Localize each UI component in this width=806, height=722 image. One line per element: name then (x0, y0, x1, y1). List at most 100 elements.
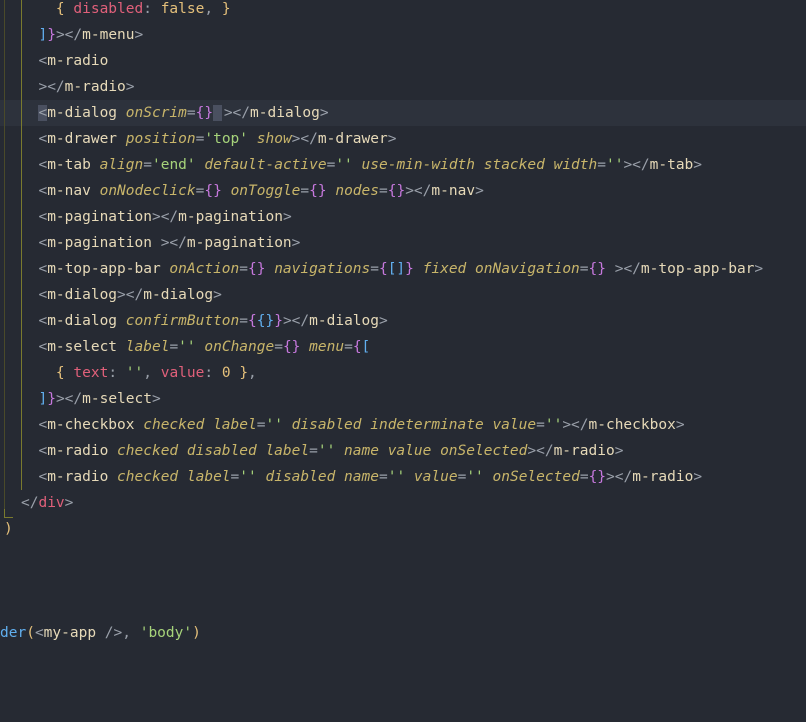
code-token: '' (265, 417, 283, 433)
code-token: } (239, 365, 249, 381)
code-token: 'body' (139, 625, 193, 641)
code-line[interactable]: </div> (0, 490, 806, 516)
code-token: {} (195, 105, 214, 121)
code-token: m-tab (649, 157, 694, 173)
code-line[interactable]: <m-radio (0, 48, 806, 74)
code-line[interactable]: <m-pagination></m-pagination> (0, 204, 806, 230)
code-token: m-pagination (47, 209, 152, 225)
code-token: < (38, 443, 48, 459)
code-editor[interactable]: { disabled: false, } ]}></m-menu> <m-rad… (0, 0, 806, 722)
code-token: '' (178, 339, 196, 355)
code-token: : (108, 365, 126, 381)
code-token: = (186, 105, 196, 121)
code-token: onAction (169, 261, 240, 277)
code-text: <m-radio checked disabled label='' name … (21, 443, 623, 459)
code-line[interactable]: ></m-radio> (0, 74, 806, 100)
code-line[interactable]: <m-dialog confirmButton={{}}></m-dialog> (0, 308, 806, 334)
code-line[interactable]: ]}></m-menu> (0, 22, 806, 48)
code-line[interactable] (0, 542, 806, 568)
code-line[interactable]: ]}></m-select> (0, 386, 806, 412)
code-line[interactable]: { text: '', value: 0 }, (0, 360, 806, 386)
code-token: < (38, 287, 48, 303)
code-text: <m-nav onNodeclick={} onToggle={} nodes=… (21, 183, 483, 199)
code-token (213, 105, 222, 121)
code-token: = (457, 469, 467, 485)
code-line[interactable] (0, 594, 806, 620)
code-token: ( (26, 625, 35, 641)
code-token: m-drawer (47, 131, 126, 147)
code-token: ></ (405, 183, 432, 199)
code-token: < (38, 417, 48, 433)
code-token: position (125, 131, 196, 147)
code-token: '' (335, 157, 353, 173)
code-token: 0 (221, 365, 231, 381)
code-token: = (143, 157, 152, 173)
code-text: ) (4, 521, 13, 537)
code-token: /> (104, 625, 123, 641)
code-token: ></ (223, 105, 251, 121)
code-token: m-dialog (47, 105, 126, 121)
code-token: fixed onNavigation (422, 261, 580, 277)
code-token: {} (248, 261, 266, 277)
code-token: {} (588, 261, 606, 277)
code-line[interactable]: <m-dialog></m-dialog> (0, 282, 806, 308)
code-token: nodes (335, 183, 379, 199)
code-token: = (230, 469, 240, 485)
code-line[interactable]: <m-radio checked label='' disabled name=… (0, 464, 806, 490)
code-token: onNodeclick (99, 183, 196, 199)
code-token: m-dialog (47, 313, 126, 329)
code-token: = (309, 443, 318, 459)
code-token: </ (21, 495, 39, 511)
code-token: = (370, 261, 379, 277)
code-token: menu (309, 339, 345, 355)
code-line[interactable] (0, 568, 806, 594)
code-line[interactable]: <m-top-app-bar onAction={} navigations={… (0, 256, 806, 282)
code-token: m-dialog (250, 105, 320, 121)
code-token: onChange (204, 339, 275, 355)
code-line[interactable]: <m-drawer position='top' show></m-drawer… (0, 126, 806, 152)
code-token: m-select (47, 339, 126, 355)
code-token: ></ (151, 209, 179, 225)
code-token: < (38, 157, 48, 173)
code-line[interactable]: <m-radio checked disabled label='' name … (0, 438, 806, 464)
code-line[interactable]: <m-pagination ></m-pagination> (0, 230, 806, 256)
code-token: [] (387, 261, 406, 277)
code-line[interactable]: { disabled: false, } (0, 0, 806, 22)
code-line[interactable]: <m-dialog onScrim={} ></m-dialog> (0, 100, 806, 126)
code-line[interactable]: <m-select label='' onChange={} menu={[ (0, 334, 806, 360)
code-token: : (143, 1, 161, 17)
code-text: ]}></m-select> (21, 391, 160, 407)
code-token: = (378, 469, 388, 485)
code-token: {} (256, 313, 275, 329)
code-token: { (248, 313, 257, 329)
code-token: m-checkbox (47, 417, 144, 433)
code-token: m-radio (632, 469, 694, 485)
code-line[interactable]: <m-nav onNodeclick={} onToggle={} nodes=… (0, 178, 806, 204)
code-line[interactable]: <m-tab align='end' default-active='' use… (0, 152, 806, 178)
code-token: m-menu (82, 27, 135, 43)
code-token: ></ (291, 131, 318, 147)
code-token: < (38, 209, 48, 225)
code-token: ></ (527, 443, 554, 459)
code-token: m-radio (64, 79, 126, 95)
code-text: <m-dialog></m-dialog> (21, 287, 221, 303)
code-token: { (378, 261, 388, 277)
code-token: my-app (43, 625, 105, 641)
code-line[interactable]: der(<my-app />, 'body') (0, 620, 806, 646)
code-line[interactable]: <m-checkbox checked label='' disabled in… (0, 412, 806, 438)
code-token: ></ (38, 79, 65, 95)
code-token: = (536, 417, 545, 433)
code-text: </div> (21, 495, 73, 511)
code-text: <m-pagination></m-pagination> (21, 209, 291, 225)
code-line[interactable]: ) (0, 516, 806, 542)
code-token: < (38, 183, 48, 199)
